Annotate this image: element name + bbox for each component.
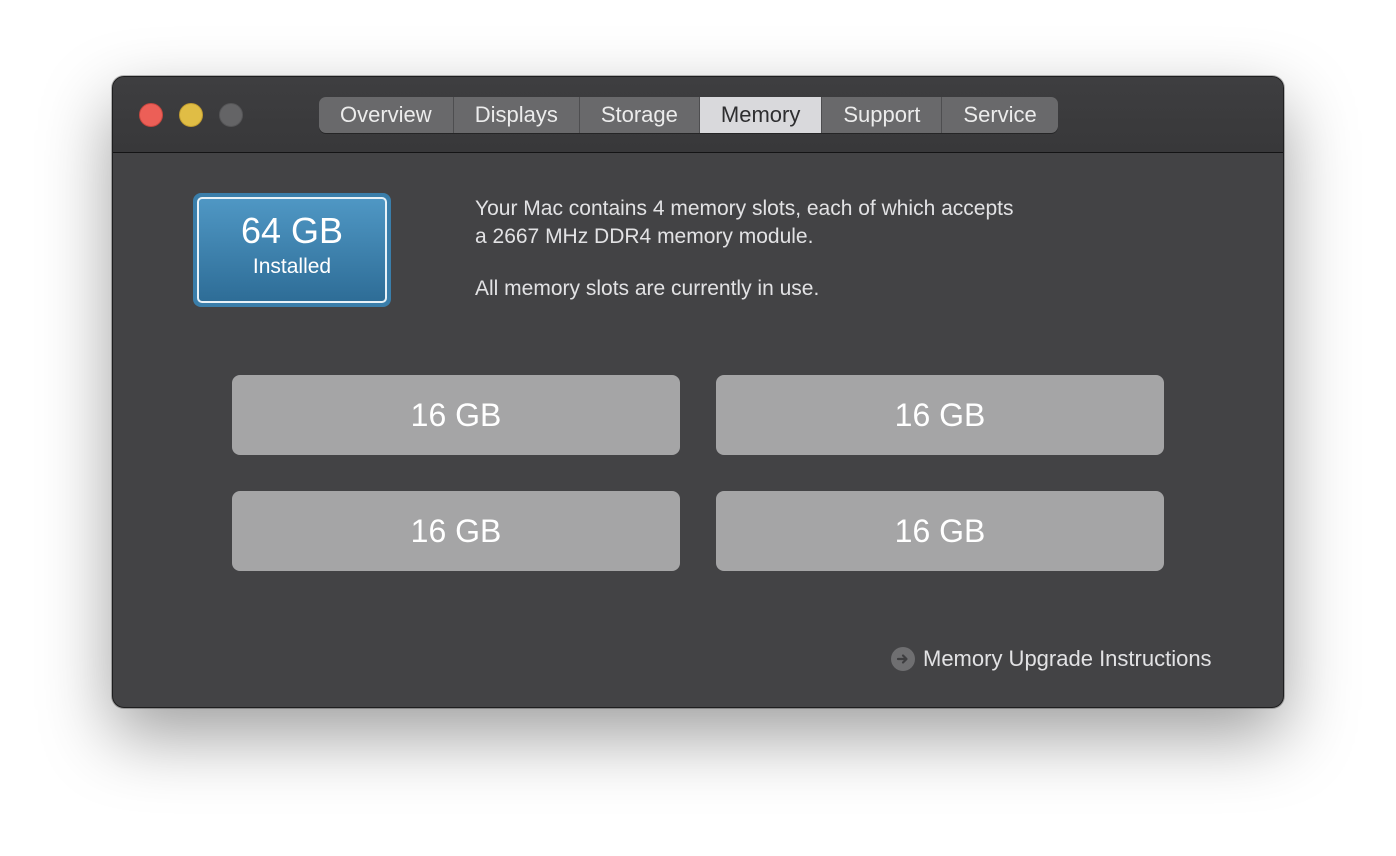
- minimize-window-button[interactable]: [179, 103, 203, 127]
- memory-slot-4: 16 GB: [716, 491, 1164, 571]
- memory-upgrade-instructions-label: Memory Upgrade Instructions: [923, 646, 1212, 671]
- memory-description-line-2: a 2667 MHz DDR4 memory module.: [475, 225, 814, 248]
- installed-memory-badge: 64 GB Installed: [193, 193, 391, 307]
- installed-memory-amount: 64 GB: [240, 210, 344, 251]
- tab-support[interactable]: Support: [822, 97, 943, 133]
- tab-overview[interactable]: Overview: [319, 97, 454, 133]
- zoom-window-button[interactable]: [219, 103, 243, 127]
- memory-slot-1: 16 GB: [232, 375, 680, 455]
- arrow-right-circle-icon: [891, 647, 915, 671]
- tab-memory[interactable]: Memory: [699, 97, 823, 133]
- memory-slot-3: 16 GB: [232, 491, 680, 571]
- tab-displays[interactable]: Displays: [454, 97, 580, 133]
- memory-description: Your Mac contains 4 memory slots, each o…: [475, 195, 1155, 303]
- tab-bar: Overview Displays Storage Memory Support…: [319, 97, 1058, 133]
- about-this-mac-window: Overview Displays Storage Memory Support…: [112, 76, 1284, 708]
- installed-memory-label: Installed: [252, 255, 332, 278]
- memory-slot-status: All memory slots are currently in use.: [475, 277, 820, 300]
- tab-storage[interactable]: Storage: [580, 97, 700, 133]
- memory-upgrade-instructions-link[interactable]: Memory Upgrade Instructions: [891, 645, 1212, 673]
- memory-slot-2: 16 GB: [716, 375, 1164, 455]
- title-bar: Overview Displays Storage Memory Support…: [113, 77, 1283, 153]
- memory-description-line-1: Your Mac contains 4 memory slots, each o…: [475, 197, 1014, 220]
- tab-service[interactable]: Service: [942, 97, 1057, 133]
- installed-memory-badge-inner: 64 GB Installed: [197, 197, 387, 303]
- close-window-button[interactable]: [139, 103, 163, 127]
